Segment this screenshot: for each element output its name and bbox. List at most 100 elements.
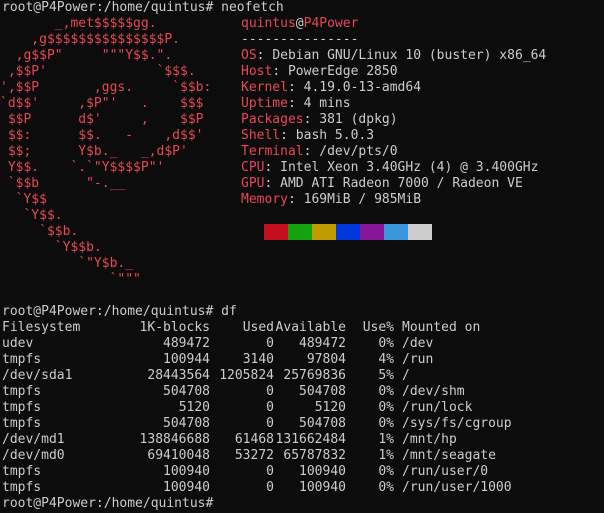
info-row-shell: Shell: bash 5.0.3 [241,128,375,143]
header-available: Available [275,320,346,335]
df-cell-filesystem: tmpfs [2,352,42,367]
info-value: Debian GNU/Linux 10 (buster) x86_64 [272,48,547,63]
info-row-memory: Memory: 169MiB / 985MiB [241,192,422,207]
df-cell-blocks: 504708 [163,416,210,431]
df-cell-used: 0 [266,400,274,415]
df-cell-blocks: 504708 [163,384,210,399]
df-cell-filesystem: tmpfs [2,464,42,479]
df-cell-available: 131662484 [275,432,346,447]
df-cell-available: 25769836 [283,368,346,383]
info-row-os: OS: Debian GNU/Linux 10 (buster) x86_64 [241,48,547,63]
df-row: udev 489472 0 489472 0% /dev [0,336,604,352]
hostname: P4Power [303,16,359,31]
df-cell-use-percent: 0% [378,400,394,415]
terminal-window[interactable]: root@P4Power:/home/quintus# neofetch _,m… [0,0,604,513]
color-swatch [336,224,360,240]
df-cell-available: 97804 [306,352,346,367]
df-cell-mount-point: /run [402,352,434,367]
df-header-row: Filesystem 1K-blocks Used Available Use%… [0,320,604,336]
df-cell-filesystem: udev [2,336,34,351]
logo-art-line: ,g$$P" """Y$$.". [0,48,173,63]
info-value: 169MiB / 985MiB [303,192,422,207]
df-cell-used: 0 [266,464,274,479]
df-cell-blocks: 69410048 [147,448,210,463]
info-row-uptime: Uptime: 4 mins [241,96,351,111]
color-swatch [360,224,384,240]
logo-art-line: $$; Y$b._ _,d$P' [0,144,188,159]
header-filesystem: Filesystem [2,320,81,335]
info-key: GPU [241,176,265,191]
info-key: OS [241,48,257,63]
df-cell-blocks: 28443564 [147,368,210,383]
df-cell-used: 0 [266,416,274,431]
df-cell-used: 0 [266,336,274,351]
color-swatch [288,224,312,240]
df-cell-available: 489472 [299,336,346,351]
logo-art-line: ,$$P' `$$$. [0,64,196,79]
info-key: CPU [241,160,265,175]
logo-art-line: ',$$P ,ggs. `$$b: [0,80,212,95]
info-value: 4.19.0-13-amd64 [303,80,422,95]
df-cell-used: 0 [266,384,274,399]
user-host-title: quintus@P4Power [241,16,604,32]
df-cell-blocks: 489472 [163,336,210,351]
df-row: tmpfs 504708 0 504708 0% /dev/shm [0,384,604,400]
logo-art-line: `Y$$. [0,208,63,223]
df-cell-filesystem: tmpfs [2,416,42,431]
df-cell-mount-point: /run/user/1000 [402,480,512,495]
df-cell-use-percent: 0% [378,464,394,479]
logo-art-line: Y$$. `.`"Y$$$$P"' [0,160,165,175]
info-value: Intel Xeon 3.40GHz (4) @ 3.400GHz [280,160,539,175]
df-cell-filesystem: tmpfs [2,480,42,495]
info-key: Packages [241,112,304,127]
info-row-terminal: Terminal: /dev/pts/0 [241,144,398,159]
info-value: 4 mins [303,96,351,111]
df-cell-use-percent: 1% [378,432,394,447]
df-row: /dev/sda1 28443564 1205824 25769836 5% / [0,368,604,384]
info-row-packages: Packages: 381 (dpkg) [241,112,398,127]
df-output: Filesystem 1K-blocks Used Available Use%… [0,320,604,496]
df-cell-mount-point: / [402,368,410,383]
df-cell-used: 3140 [242,352,274,367]
df-cell-mount-point: /mnt/seagate [402,448,496,463]
info-key: Host [241,64,273,79]
title-separator: --------------- [241,32,359,47]
logo-art-line: $$P d$' , $$P [0,112,204,127]
df-cell-use-percent: 1% [378,448,394,463]
logo-art-line: `d$$' ,$P"' . $$$ [0,96,204,111]
df-cell-use-percent: 5% [378,368,394,383]
info-key: Terminal [241,144,304,159]
df-cell-use-percent: 0% [378,480,394,495]
df-cell-use-percent: 0% [378,336,394,351]
df-cell-use-percent: 0% [378,416,394,431]
header-use-percent: Use% [362,320,394,335]
logo-art-line: `"Y$b._ [0,256,134,271]
df-cell-blocks: 100940 [163,464,210,479]
header-1k-blocks: 1K-blocks [139,320,210,335]
info-key: Uptime [241,96,288,111]
neofetch-output: _,met$$$$$gg. ,g$$$$$$$$$$$$$$$P. ,g$$P"… [0,0,604,300]
df-cell-available: 5120 [314,400,346,415]
logo-art-line: ,g$$$$$$$$$$$$$$$P. [0,32,181,47]
df-cell-filesystem: tmpfs [2,400,42,415]
color-swatch [384,224,408,240]
df-row: tmpfs 5120 0 5120 0% /run/lock [0,400,604,416]
info-row-host: Host: PowerEdge 2850 [241,64,398,79]
df-cell-available: 100940 [299,464,346,479]
df-cell-blocks: 100944 [163,352,210,367]
info-value: PowerEdge 2850 [287,64,398,79]
info-key: Kernel [241,80,288,95]
df-cell-use-percent: 4% [378,352,394,367]
logo-art-line: `Y$$ [0,192,47,207]
header-used: Used [242,320,274,335]
df-cell-available: 504708 [299,384,346,399]
prompt-current[interactable]: root@P4Power:/home/quintus# [2,496,213,512]
info-value: 381 (dpkg) [319,112,398,127]
df-cell-used: 61468 [234,432,274,447]
df-cell-filesystem: /dev/md0 [2,448,65,463]
header-mounted-on: Mounted on [402,320,481,335]
df-cell-blocks: 138846688 [139,432,210,447]
df-cell-filesystem: /dev/md1 [2,432,65,447]
df-row: /dev/md1 138846688 61468 131662484 1% /mnt/hp [0,432,604,448]
info-row-kernel: Kernel: 4.19.0-13-amd64 [241,80,422,95]
